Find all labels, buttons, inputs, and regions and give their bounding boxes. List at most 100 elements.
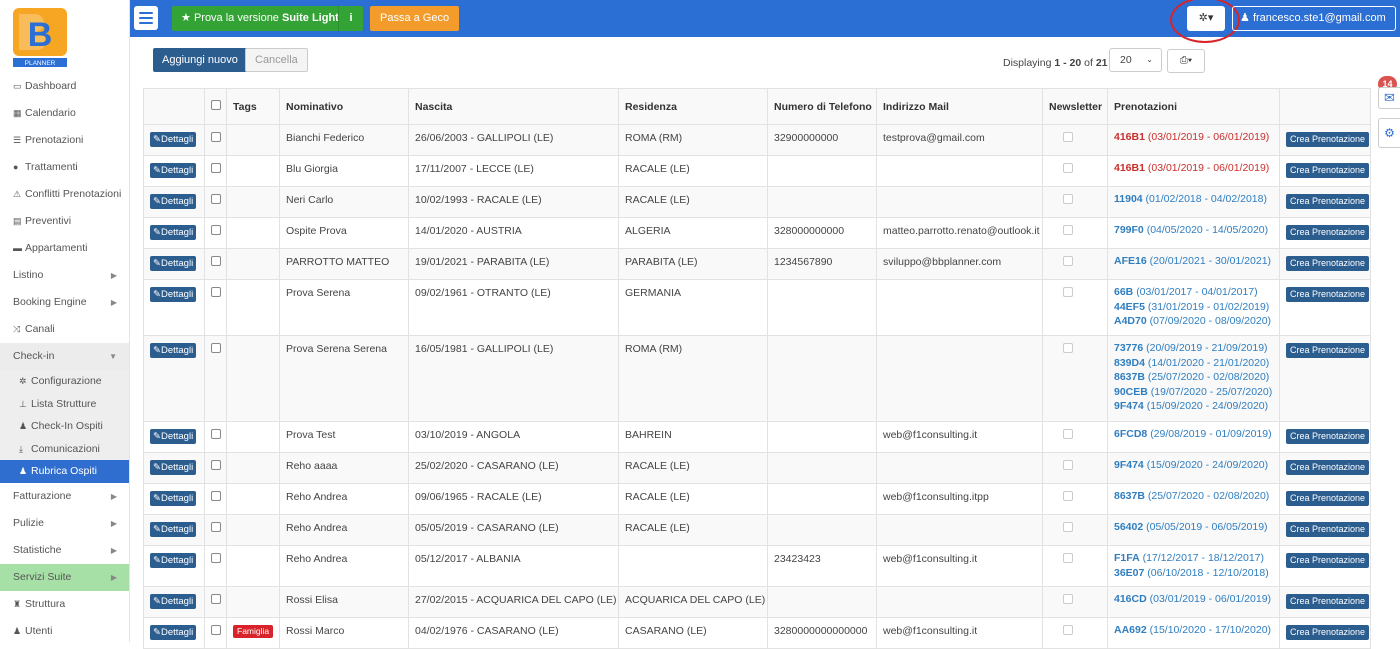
sidebar-item-statistiche[interactable]: Statistiche ▶ xyxy=(0,537,129,564)
newsletter-checkbox[interactable] xyxy=(1063,194,1073,204)
sidebar-item-trattamenti[interactable]: ● Trattamenti xyxy=(0,154,129,181)
details-button[interactable]: ✎Dettagli xyxy=(150,163,197,178)
delete-button[interactable]: Cancella xyxy=(245,48,308,72)
user-menu-button[interactable]: ♟ francesco.ste1@gmail.com xyxy=(1232,6,1396,31)
create-booking-button[interactable]: Crea Prenotazione xyxy=(1286,194,1370,209)
booking-link[interactable]: A4D70 (07/09/2020 - 08/09/2020) xyxy=(1114,314,1273,329)
row-checkbox[interactable] xyxy=(211,594,221,604)
sidebar-item-check-in[interactable]: Check-in ▼ xyxy=(0,343,129,370)
create-booking-button[interactable]: Crea Prenotazione xyxy=(1286,625,1370,640)
booking-link[interactable]: 36E07 (06/10/2018 - 12/10/2018) xyxy=(1114,566,1273,581)
create-booking-button[interactable]: Crea Prenotazione xyxy=(1286,522,1370,537)
newsletter-checkbox[interactable] xyxy=(1063,225,1073,235)
row-checkbox[interactable] xyxy=(211,553,221,563)
create-booking-button[interactable]: Crea Prenotazione xyxy=(1286,343,1370,358)
header-nominativo[interactable]: Nominativo xyxy=(279,88,409,125)
sidebar-item-servizi-suite[interactable]: Servizi Suite ▶ xyxy=(0,563,129,591)
add-new-button[interactable]: Aggiungi nuovo xyxy=(153,48,247,72)
newsletter-checkbox[interactable] xyxy=(1063,429,1073,439)
sidebar-item-conflitti-prenotazioni[interactable]: ⚠ Conflitti Prenotazioni xyxy=(0,181,129,208)
booking-link[interactable]: 66B (03/01/2017 - 04/01/2017) xyxy=(1114,285,1273,300)
booking-link[interactable]: 73776 (20/09/2019 - 21/09/2019) xyxy=(1114,341,1273,356)
booking-link[interactable]: F1FA (17/12/2017 - 18/12/2017) xyxy=(1114,551,1273,566)
details-button[interactable]: ✎Dettagli xyxy=(150,522,197,537)
header-newsletter[interactable]: Newsletter xyxy=(1042,88,1108,125)
cogs-icon[interactable]: ⚙ xyxy=(1378,118,1400,148)
newsletter-checkbox[interactable] xyxy=(1063,256,1073,266)
details-button[interactable]: ✎Dettagli xyxy=(150,256,197,271)
sidebar-item-canali[interactable]: ⤨ Canali xyxy=(0,316,129,343)
newsletter-checkbox[interactable] xyxy=(1063,132,1073,142)
details-button[interactable]: ✎Dettagli xyxy=(150,429,197,444)
create-booking-button[interactable]: Crea Prenotazione xyxy=(1286,460,1370,475)
row-checkbox[interactable] xyxy=(211,491,221,501)
booking-link[interactable]: 44EF5 (31/01/2019 - 01/02/2019) xyxy=(1114,300,1273,315)
sidebar-item-calendario[interactable]: ▦ Calendario xyxy=(0,100,129,127)
newsletter-checkbox[interactable] xyxy=(1063,522,1073,532)
booking-link[interactable]: 8637B (25/07/2020 - 02/08/2020) xyxy=(1114,370,1273,385)
newsletter-checkbox[interactable] xyxy=(1063,491,1073,501)
sidebar-item-dashboard[interactable]: ▭ Dashboard xyxy=(0,73,129,100)
mail-icon[interactable]: ✉ xyxy=(1378,87,1400,109)
booking-link[interactable]: 8637B (25/07/2020 - 02/08/2020) xyxy=(1114,489,1273,504)
create-booking-button[interactable]: Crea Prenotazione xyxy=(1286,429,1370,444)
row-checkbox[interactable] xyxy=(211,225,221,235)
sidebar-item-rubrica-ospiti[interactable]: ♟ Rubrica Ospiti xyxy=(0,460,129,483)
sidebar-item-utenti[interactable]: ♟ Utenti xyxy=(0,618,129,645)
sidebar-item-lista-strutture[interactable]: ⊥ Lista Strutture xyxy=(0,392,129,416)
select-all-checkbox[interactable] xyxy=(211,100,221,110)
switch-to-geco-button[interactable]: Passa a Geco xyxy=(370,6,460,31)
details-button[interactable]: ✎Dettagli xyxy=(150,594,197,609)
header-telefono[interactable]: Numero di Telefono xyxy=(767,88,877,125)
sidebar-item-preventivi[interactable]: ▤ Preventivi xyxy=(0,208,129,235)
sidebar-item-prenotazioni[interactable]: ☰ Prenotazioni xyxy=(0,127,129,154)
sidebar-item-configurazione[interactable]: ✲ Configurazione xyxy=(0,370,129,393)
sidebar-item-listino[interactable]: Listino ▶ xyxy=(0,262,129,289)
header-prenotazioni[interactable]: Prenotazioni xyxy=(1107,88,1280,125)
booking-link[interactable]: 416B1 (03/01/2019 - 06/01/2019) xyxy=(1114,161,1273,176)
newsletter-checkbox[interactable] xyxy=(1063,594,1073,604)
create-booking-button[interactable]: Crea Prenotazione xyxy=(1286,225,1370,240)
newsletter-checkbox[interactable] xyxy=(1063,460,1073,470)
newsletter-checkbox[interactable] xyxy=(1063,163,1073,173)
newsletter-checkbox[interactable] xyxy=(1063,625,1073,635)
sidebar-item-struttura[interactable]: ♜ Struttura xyxy=(0,591,129,618)
details-button[interactable]: ✎Dettagli xyxy=(150,343,197,358)
booking-link[interactable]: 56402 (05/05/2019 - 06/05/2019) xyxy=(1114,520,1273,535)
row-checkbox[interactable] xyxy=(211,194,221,204)
create-booking-button[interactable]: Crea Prenotazione xyxy=(1286,553,1370,568)
sidebar-item-fatturazione[interactable]: Fatturazione ▶ xyxy=(0,483,129,510)
booking-link[interactable]: 799F0 (04/05/2020 - 14/05/2020) xyxy=(1114,223,1273,238)
details-button[interactable]: ✎Dettagli xyxy=(150,287,197,302)
row-checkbox[interactable] xyxy=(211,522,221,532)
print-button[interactable]: ⎙▾ xyxy=(1167,49,1205,73)
details-button[interactable]: ✎Dettagli xyxy=(150,460,197,475)
create-booking-button[interactable]: Crea Prenotazione xyxy=(1286,163,1370,178)
row-checkbox[interactable] xyxy=(211,460,221,470)
booking-link[interactable]: 9F474 (15/09/2020 - 24/09/2020) xyxy=(1114,458,1273,473)
info-icon[interactable]: i xyxy=(338,6,363,31)
details-button[interactable]: ✎Dettagli xyxy=(150,194,197,209)
newsletter-checkbox[interactable] xyxy=(1063,553,1073,563)
row-checkbox[interactable] xyxy=(211,287,221,297)
header-mail[interactable]: Indirizzo Mail xyxy=(876,88,1043,125)
details-button[interactable]: ✎Dettagli xyxy=(150,553,197,568)
create-booking-button[interactable]: Crea Prenotazione xyxy=(1286,594,1370,609)
row-checkbox[interactable] xyxy=(211,132,221,142)
header-residenza[interactable]: Residenza xyxy=(618,88,768,125)
sidebar-item-appartamenti[interactable]: ▬ Appartamenti xyxy=(0,235,129,262)
row-checkbox[interactable] xyxy=(211,163,221,173)
booking-link[interactable]: 11904 (01/02/2018 - 04/02/2018) xyxy=(1114,192,1273,207)
create-booking-button[interactable]: Crea Prenotazione xyxy=(1286,132,1370,147)
booking-link[interactable]: 839D4 (14/01/2020 - 21/01/2020) xyxy=(1114,356,1273,371)
bbplanner-logo[interactable]: B PLANNER xyxy=(11,6,69,68)
row-checkbox[interactable] xyxy=(211,343,221,353)
booking-link[interactable]: 9F474 (15/09/2020 - 24/09/2020) xyxy=(1114,399,1273,414)
sidebar-item-pulizie[interactable]: Pulizie ▶ xyxy=(0,510,129,537)
details-button[interactable]: ✎Dettagli xyxy=(150,625,197,640)
header-tags[interactable]: Tags xyxy=(226,88,280,125)
create-booking-button[interactable]: Crea Prenotazione xyxy=(1286,491,1370,506)
booking-link[interactable]: AFE16 (20/01/2021 - 30/01/2021) xyxy=(1114,254,1273,269)
menu-toggle-button[interactable] xyxy=(134,6,158,30)
booking-link[interactable]: 90CEB (19/07/2020 - 25/07/2020) xyxy=(1114,385,1273,400)
